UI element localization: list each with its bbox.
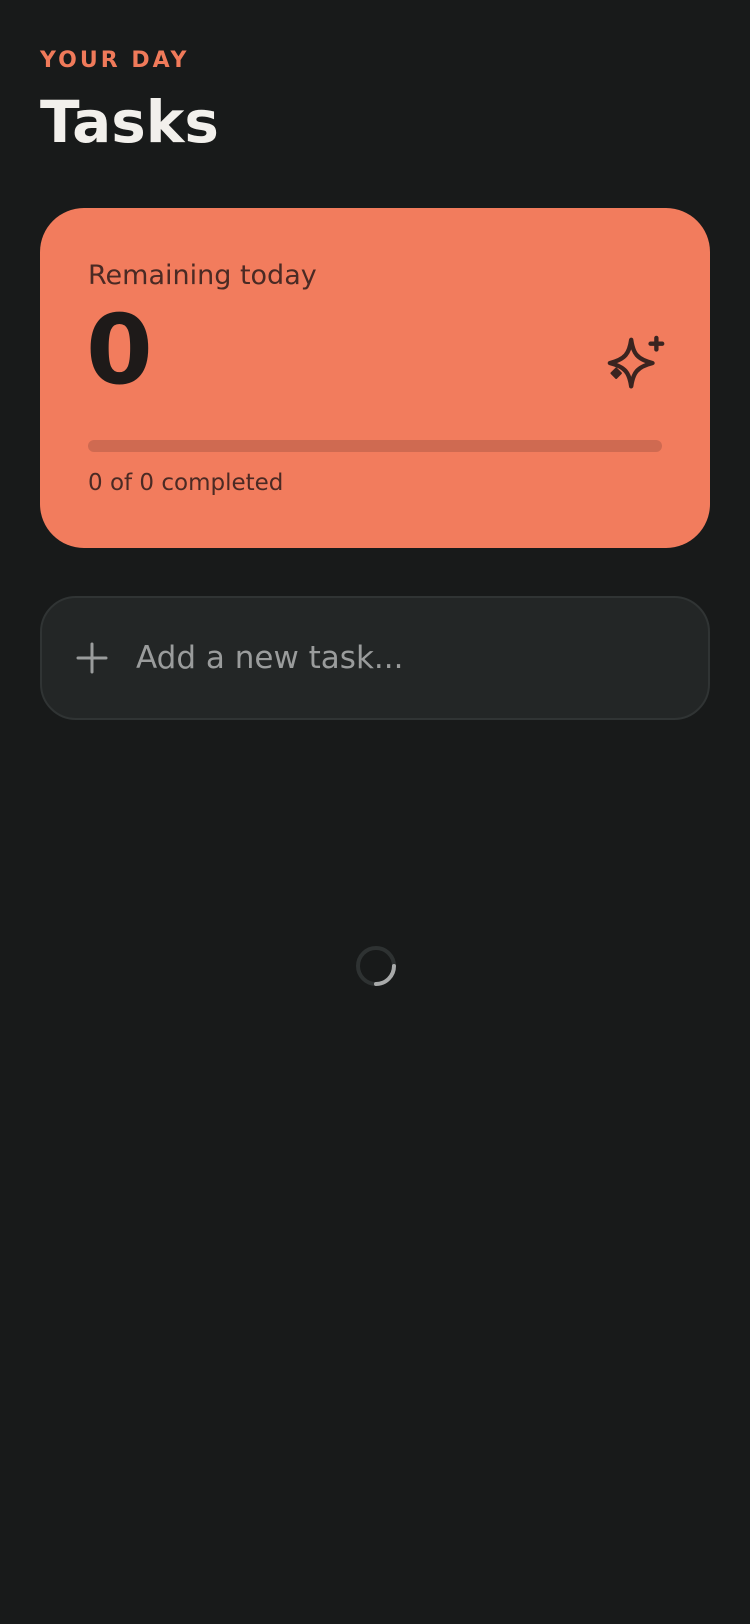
page-header: YOUR DAY Tasks [40,48,219,153]
page-eyebrow: YOUR DAY [40,48,190,73]
page-title: Tasks [40,88,219,156]
progress-bar [88,440,662,452]
plus-icon[interactable] [76,642,108,674]
sparkle-icon [607,335,665,389]
progress-text: 0 of 0 completed [88,470,284,496]
remaining-summary-card: Remaining today 0 0 of 0 completed [40,208,710,548]
loading-spinner-icon [356,946,396,986]
add-task-input[interactable] [136,628,676,688]
remaining-count: 0 [86,294,153,406]
remaining-label: Remaining today [88,260,317,291]
add-task-field[interactable] [40,596,710,720]
